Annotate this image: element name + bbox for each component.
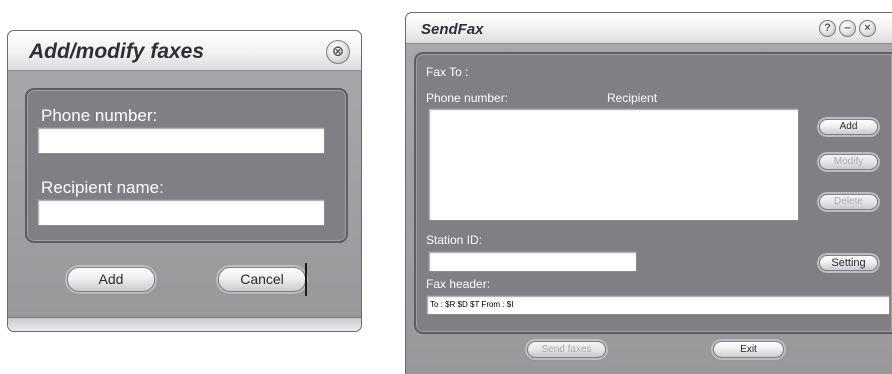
recipient-name-label: Recipient name: [41, 178, 164, 197]
close-icon[interactable]: ⊗ [326, 40, 350, 64]
fax-to-label: Fax To : [426, 65, 469, 79]
station-id-label: Station ID: [426, 233, 483, 247]
add-button[interactable]: Add [67, 267, 155, 292]
dialog-titlebar[interactable]: Add/modify faxes ⊗ [8, 31, 361, 71]
sendfax-window: SendFax ? – × Fax To : Phone number: Rec… [405, 12, 892, 374]
mouse-cursor [305, 263, 307, 296]
recipient-name-input[interactable] [37, 199, 325, 226]
phone-number-column-header: Phone number: [426, 91, 509, 105]
recipient-column-header: Recipient [607, 91, 658, 105]
dialog-input-panel: Phone number: Recipient name: [25, 88, 348, 243]
sendfax-title: SendFax [421, 21, 484, 38]
dialog-title: Add/modify faxes [29, 40, 205, 63]
recipient-list[interactable] [428, 108, 799, 221]
phone-number-input[interactable] [37, 127, 325, 154]
fax-header-label: Fax header: [426, 277, 491, 291]
modify-recipient-button[interactable]: Modify [819, 154, 878, 170]
phone-number-label: Phone number: [41, 106, 158, 125]
dialog-footer [8, 317, 361, 331]
add-recipient-button[interactable]: Add [819, 119, 878, 135]
setting-button[interactable]: Setting [819, 255, 878, 271]
close-icon[interactable]: × [859, 20, 876, 37]
exit-button[interactable]: Exit [713, 341, 784, 358]
delete-recipient-button[interactable]: Delete [819, 194, 878, 210]
station-id-input[interactable] [428, 251, 637, 272]
cancel-button[interactable]: Cancel [218, 267, 306, 292]
sendfax-main-panel: Fax To : Phone number: Recipient Add Mod… [414, 52, 892, 334]
help-icon[interactable]: ? [819, 20, 836, 37]
fax-header-input[interactable]: To : $R $D $T From : $I [426, 295, 890, 315]
sendfax-titlebar[interactable]: SendFax ? – × [406, 13, 892, 44]
minimize-icon[interactable]: – [839, 20, 856, 37]
send-faxes-button[interactable]: Send faxes [527, 341, 606, 358]
add-modify-faxes-dialog: Add/modify faxes ⊗ Phone number: Recipie… [7, 30, 362, 332]
